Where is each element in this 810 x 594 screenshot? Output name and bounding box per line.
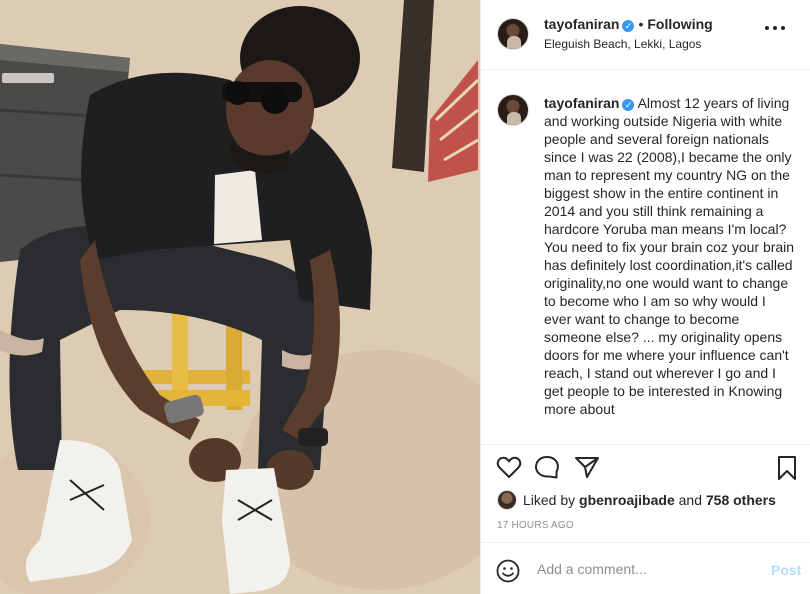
post-caption: tayofaniran ✓ Almost 12 years of living a… bbox=[544, 94, 796, 440]
verified-badge-icon: ✓ bbox=[622, 20, 635, 32]
caption-verified-badge-icon: ✓ bbox=[622, 99, 635, 111]
following-button[interactable]: Following bbox=[647, 16, 712, 32]
more-options-icon[interactable] bbox=[765, 26, 787, 32]
post-header: tayofaniran ✓ • Following Eleguish Beach, L… bbox=[481, 0, 810, 70]
post-location[interactable]: Eleguish Beach, Lekki, Lagos bbox=[544, 37, 701, 51]
liked-by-username[interactable]: gbenroajibade bbox=[579, 492, 675, 508]
action-divider bbox=[481, 444, 810, 445]
likes-prefix: Liked by bbox=[523, 492, 576, 508]
post-modal: tayofaniran ✓ • Following Eleguish Beach, L… bbox=[0, 0, 810, 594]
likes-summary: Liked by gbenroajibade and 758 others bbox=[497, 489, 776, 511]
caption-username[interactable]: tayofaniran bbox=[544, 95, 619, 111]
bookmark-icon[interactable] bbox=[776, 455, 798, 481]
comment-bubble-icon[interactable] bbox=[534, 455, 560, 479]
likes-count[interactable]: 758 others bbox=[706, 492, 776, 508]
author-username[interactable]: tayofaniran bbox=[544, 16, 619, 32]
post-comment-button[interactable]: Post bbox=[771, 562, 801, 578]
separator-dot: • bbox=[638, 16, 644, 32]
post-photo-illustration bbox=[0, 0, 480, 594]
liker-avatar[interactable] bbox=[497, 490, 517, 510]
post-timestamp[interactable]: 17 HOURS AGO bbox=[497, 520, 574, 531]
smiley-icon[interactable] bbox=[496, 559, 520, 583]
post-photo[interactable] bbox=[0, 0, 480, 594]
paper-plane-icon[interactable] bbox=[574, 455, 600, 479]
comment-input[interactable] bbox=[537, 557, 757, 581]
heart-icon[interactable] bbox=[496, 455, 522, 479]
post-side-panel: tayofaniran ✓ • Following Eleguish Beach, L… bbox=[480, 0, 810, 594]
comment-composer: Post bbox=[481, 542, 810, 594]
caption-text: Almost 12 years of living and working ou… bbox=[544, 95, 795, 417]
header-line: tayofaniran ✓ • Following bbox=[544, 16, 713, 32]
author-avatar[interactable] bbox=[497, 18, 529, 50]
likes-conjunction: and bbox=[678, 492, 702, 508]
caption-author-avatar[interactable] bbox=[497, 94, 529, 126]
